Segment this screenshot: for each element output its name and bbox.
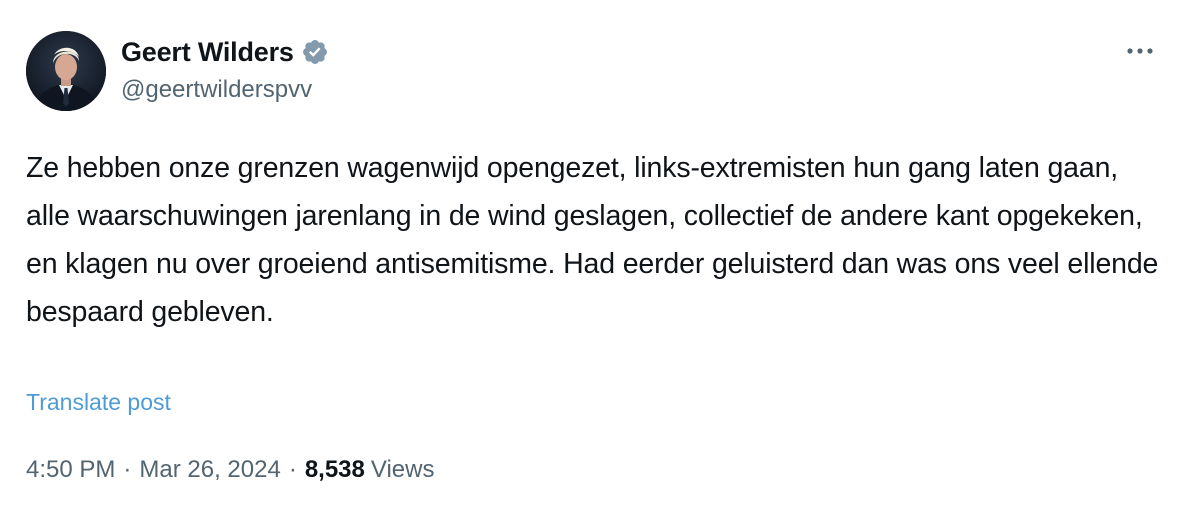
author-display-name[interactable]: Geert Wilders xyxy=(121,37,294,68)
post-time[interactable]: 4:50 PM xyxy=(26,456,115,484)
avatar-photo-icon xyxy=(26,31,106,111)
author-handle[interactable]: @geertwilderspvv xyxy=(121,76,312,104)
more-options-button[interactable] xyxy=(1120,36,1160,66)
post-text: Ze hebben onze grenzen wagenwijd opengez… xyxy=(26,152,1167,328)
translate-post-link[interactable]: Translate post xyxy=(26,389,171,416)
views-count[interactable]: 8,538 xyxy=(305,456,365,484)
author-name-row: Geert Wilders xyxy=(121,34,329,70)
post-meta: 4:50 PM · Mar 26, 2024 · 8,538 Views xyxy=(26,456,434,484)
meta-separator: · xyxy=(123,456,132,483)
more-horizontal-icon xyxy=(1127,48,1153,54)
post-card: Geert Wilders @geertwilderspvv Ze hebben… xyxy=(0,0,1196,514)
views-label: Views xyxy=(370,456,435,483)
post-date[interactable]: Mar 26, 2024 xyxy=(139,456,280,484)
meta-separator: · xyxy=(288,456,297,483)
verified-badge-icon[interactable] xyxy=(301,38,329,66)
avatar[interactable] xyxy=(26,31,106,111)
